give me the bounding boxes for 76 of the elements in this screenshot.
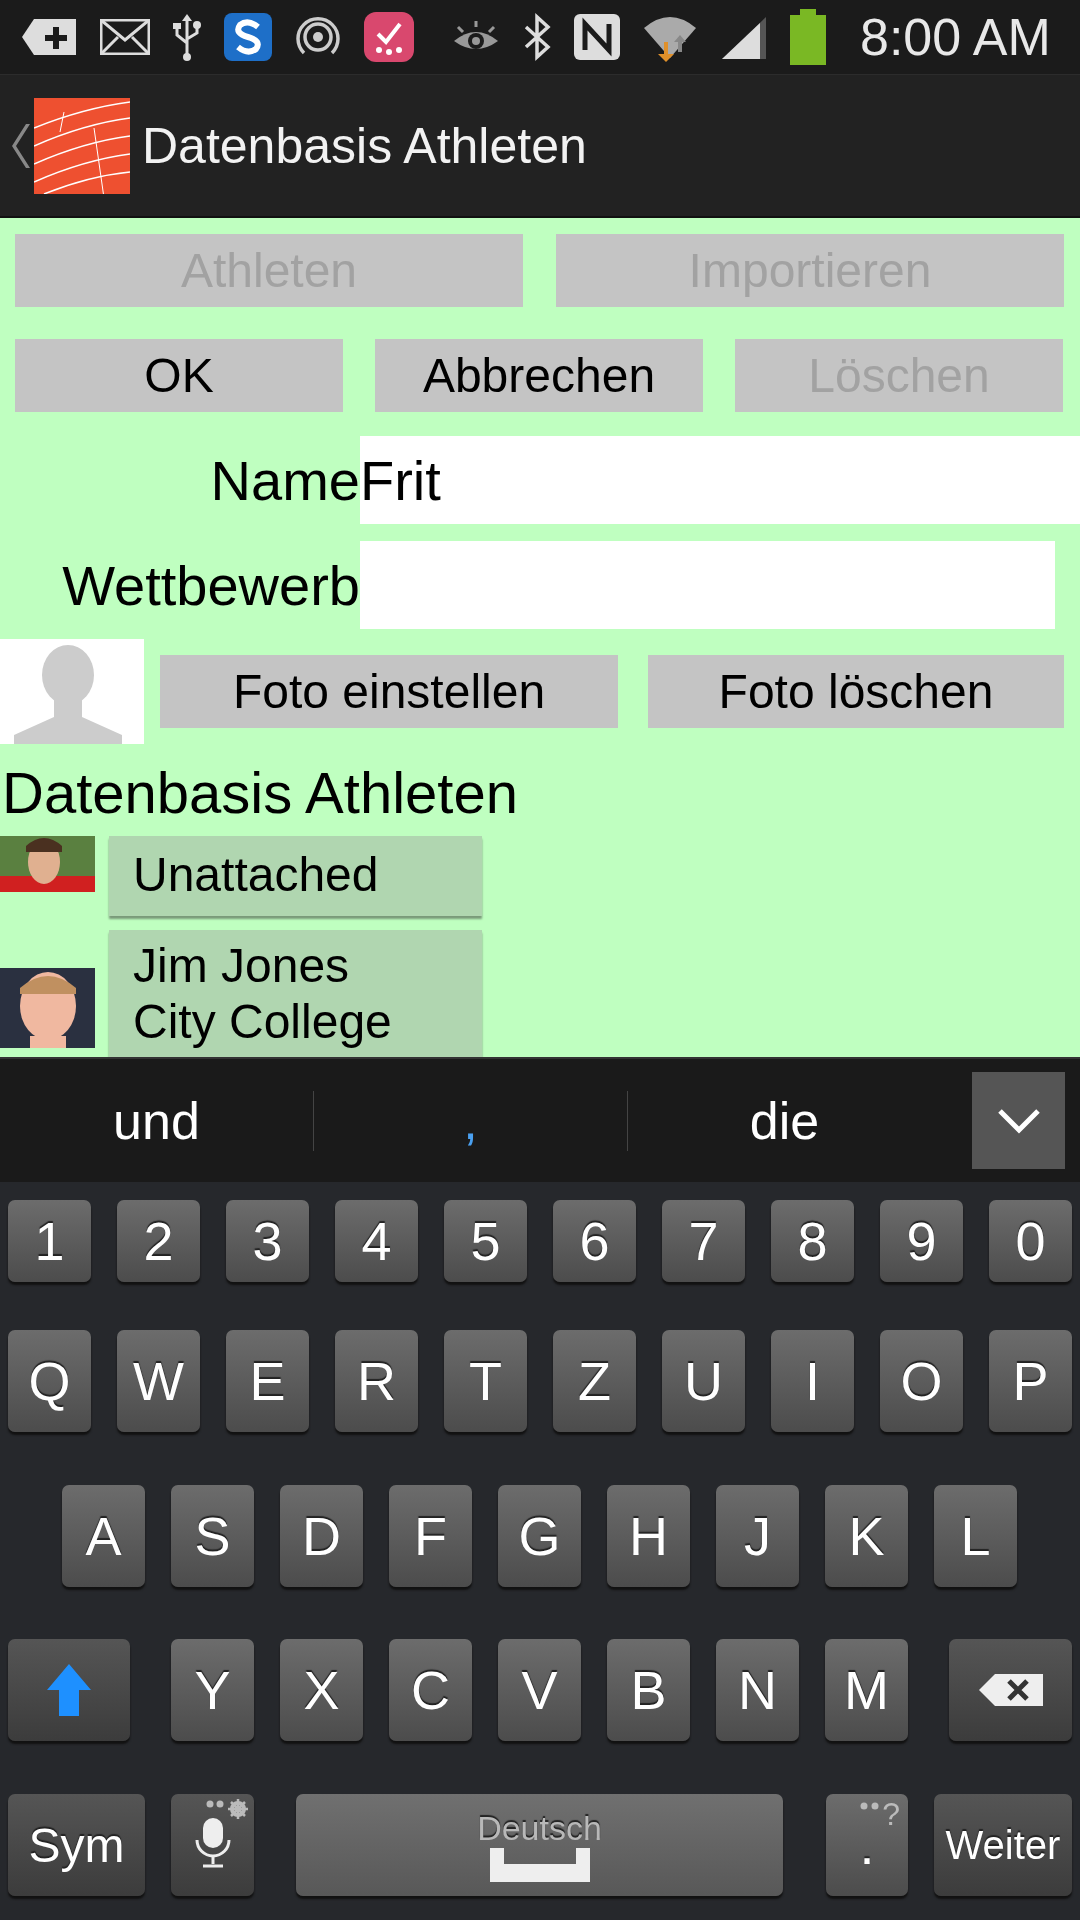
screen-title: Datenbasis Athleten [142,116,587,175]
button[interactable]: Foto löschen [648,655,1064,728]
signal-icon [720,15,768,59]
key[interactable]: N [716,1639,799,1741]
clock: 8:00 AM [860,7,1051,67]
key[interactable]: B [607,1639,690,1741]
back-icon [12,121,32,170]
key[interactable]: L [934,1485,1017,1587]
suggestion[interactable]: , [314,1090,628,1151]
input-field[interactable] [360,541,1055,629]
key[interactable]: I [771,1330,854,1432]
key[interactable]: Q [8,1330,91,1432]
plus-icon [22,17,78,57]
key[interactable]: O [880,1330,963,1432]
button[interactable]: Abbrechen [375,339,703,412]
key[interactable]: R [335,1330,418,1432]
key[interactable]: K [825,1485,908,1587]
app-icon [224,13,272,61]
key[interactable]: C [389,1639,472,1741]
arrow-icon [45,1662,93,1718]
usb-icon [172,13,202,61]
app-icon [364,12,414,62]
key[interactable]: T [444,1330,527,1432]
bluetooth-icon [522,13,552,61]
key[interactable]: U [662,1330,745,1432]
suggestion[interactable]: die [628,1090,941,1151]
key[interactable]: 5 [444,1200,527,1282]
suggestion[interactable]: und [0,1090,314,1151]
key[interactable]: Z [553,1330,636,1432]
key[interactable]: E [226,1330,309,1432]
button[interactable]: Foto einstellen [160,655,618,728]
battery-icon [790,9,826,65]
key[interactable]: W [117,1330,200,1432]
button[interactable]: OK [15,339,343,412]
collapse-button[interactable] [972,1072,1065,1169]
microphone-key[interactable] [171,1794,254,1896]
key[interactable]: 1 [8,1200,91,1282]
chevron-icon [996,1107,1041,1134]
key[interactable]: 8 [771,1200,854,1282]
period-key[interactable]: .? [826,1794,908,1896]
key[interactable]: 7 [662,1200,745,1282]
key[interactable]: F [389,1485,472,1587]
shift-key[interactable] [8,1639,130,1741]
nfc-icon [574,14,620,60]
dots-icon [860,1802,880,1810]
key[interactable]: P [989,1330,1072,1432]
key[interactable]: 9 [880,1200,963,1282]
key[interactable]: J [716,1485,799,1587]
key[interactable]: X [280,1639,363,1741]
key-hint: ? [882,1796,900,1833]
field-label: Wettbewerb [61,552,360,618]
next-key[interactable]: Weiter [934,1794,1072,1896]
backspace-key[interactable] [949,1639,1072,1741]
sym-key[interactable]: Sym [8,1794,145,1896]
section-heading: Datenbasis Athleten [2,759,519,827]
key[interactable]: H [607,1485,690,1587]
field-label: Name [209,447,360,513]
avatar-icon [0,639,144,744]
list-item[interactable]: Jim Jones City College [109,930,482,1057]
space-icon [489,1847,590,1882]
mail-icon [100,19,150,55]
key[interactable]: 0 [989,1200,1072,1282]
key[interactable]: 2 [117,1200,200,1282]
key[interactable]: D [280,1485,363,1587]
key[interactable]: 6 [553,1200,636,1282]
key[interactable]: 4 [335,1200,418,1282]
key[interactable]: 3 [226,1200,309,1282]
key[interactable]: A [62,1485,145,1587]
list-item[interactable]: Unattached [109,836,482,916]
key[interactable]: M [825,1639,908,1741]
settings-icon [206,1798,250,1820]
key[interactable]: G [498,1485,581,1587]
key[interactable]: V [498,1639,581,1741]
key[interactable]: Y [171,1639,254,1741]
input-field[interactable]: Frit [360,436,1080,524]
key[interactable]: S [171,1485,254,1587]
